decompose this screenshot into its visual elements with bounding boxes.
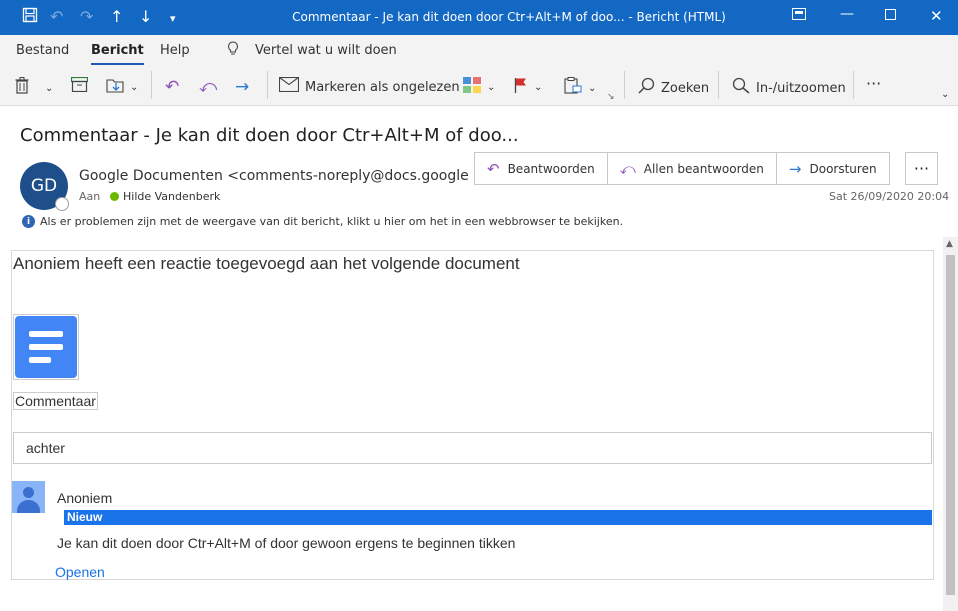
tell-me-input[interactable]: Vertel wat u wilt doen [255,43,397,58]
maximize-icon[interactable] [885,8,896,24]
comment-text: Je kan dit doen door Ctr+Alt+M of door g… [57,535,516,551]
reply-icon: ↶ [165,77,180,97]
archive-button[interactable] [70,76,89,97]
zoom-button[interactable]: In-/uitzoomen [732,77,846,99]
chevron-down-icon[interactable]: ⌄ [534,82,542,93]
reply-label: Beantwoorden [507,161,595,176]
move-folder-icon [106,77,124,98]
message-subject: Commentaar - Je kan dit doen door Ctr+Al… [20,125,519,146]
new-badge-label: Nieuw [67,510,103,524]
chevron-down-icon[interactable]: ⌄ [130,82,138,93]
presence-status-icon [55,197,69,211]
chevron-down-icon[interactable]: ⌄ [588,83,596,94]
clipboard-rules-icon [564,77,582,99]
trash-icon [15,77,29,99]
new-badge: Nieuw [64,510,932,525]
rules-button[interactable]: ⌄ [564,77,596,99]
more-commands-icon[interactable]: ··· [866,74,881,93]
recipient[interactable]: Hilde Vandenberk [110,190,220,203]
scroll-up-icon[interactable]: ▲ [946,239,953,249]
quoted-text-box: achter [13,432,932,464]
flag-icon [514,77,528,98]
ribbon-toolbar: ⌄ ⌄ ↶ ⤺ → Markeren als ongelezen ⌄ ⌄ ⌄ ↘… [0,65,958,106]
reply-icon: ↶ [487,159,500,178]
reply-all-icon: ⤺ [199,77,218,97]
tab-bestand[interactable]: Bestand [16,43,69,58]
window-title: Commentaar - Je kan dit doen door Ctr+Al… [292,10,726,24]
forward-button[interactable]: → Doorsturen [776,153,889,184]
categorize-button[interactable]: ⌄ [463,77,495,98]
delete-button[interactable]: ⌄ [15,77,53,99]
reply-all-icon: ⤺ [619,159,636,178]
collapse-ribbon-icon[interactable]: ⌄ [941,89,949,100]
forward-toolbar-button[interactable]: → [235,77,249,97]
zoom-icon [732,77,750,99]
toolbar-divider [151,71,152,99]
minimize-icon[interactable]: — [840,6,854,22]
envelope-icon [278,76,300,97]
info-bar[interactable]: i Als er problemen zijn met de weergave … [22,215,623,228]
move-button[interactable]: ⌄ [106,77,138,98]
doc-type-label: Commentaar [13,392,98,410]
tab-bericht[interactable]: Bericht [91,43,144,65]
search-icon [638,77,655,99]
reply-all-toolbar-button[interactable]: ⤺ [199,77,217,97]
vertical-scrollbar[interactable]: ▲ [943,237,958,611]
commenter-avatar-icon [12,481,45,513]
google-docs-icon [13,314,79,380]
quoted-text: achter [26,440,65,456]
follow-up-button[interactable]: ⌄ [514,77,542,98]
toolbar-divider [718,71,719,99]
chevron-down-icon[interactable]: ⌄ [487,82,495,93]
categorize-icon [463,77,481,98]
chevron-down-icon[interactable]: ⌄ [45,83,53,94]
toolbar-divider [624,71,625,99]
search-button[interactable]: Zoeken [638,77,709,99]
info-icon: i [22,215,35,228]
zoom-label: In-/uitzoomen [756,80,846,96]
ribbon-tabs: Bestand Bericht Help Vertel wat u wilt d… [0,35,958,65]
close-icon[interactable]: ✕ [930,7,943,25]
comment-author: Anoniem [57,490,113,506]
email-headline: Anoniem heeft een reactie toegevoegd aan… [13,254,520,273]
scrollbar-thumb[interactable] [946,255,955,595]
mark-unread-button[interactable]: Markeren als ongelezen [278,76,460,97]
info-bar-text: Als er problemen zijn met de weergave va… [40,215,624,228]
reply-button[interactable]: ↶ Beantwoorden [475,153,608,184]
message-date: Sat 26/09/2020 20:04 [829,190,950,203]
message-body [11,250,934,580]
lightbulb-icon [227,41,239,61]
ribbon-display-options-icon[interactable] [792,8,806,24]
forward-icon: → [788,159,802,178]
forward-label: Doorsturen [809,161,877,176]
to-label: Aan [79,190,101,203]
toolbar-divider [853,71,854,99]
mark-unread-label: Markeren als ongelezen [305,79,460,95]
search-label: Zoeken [661,80,710,96]
recipient-name: Hilde Vandenberk [123,190,221,203]
more-actions-button[interactable]: ··· [905,152,938,185]
forward-icon: → [235,77,250,97]
reply-all-label: Allen beantwoorden [643,161,764,176]
online-status-icon [110,192,119,201]
window-titlebar: ↶ ↷ ↑ ↓ ▾ Commentaar - Je kan dit doen d… [0,0,958,35]
toolbar-divider [267,71,268,99]
sender-name[interactable]: Google Documenten <comments-noreply@docs… [79,168,469,184]
archive-icon [70,76,89,97]
more-icon: ··· [913,159,930,178]
dialog-launcher-icon[interactable]: ↘ [607,92,615,102]
open-link[interactable]: Openen [55,564,105,580]
reply-toolbar-button[interactable]: ↶ [165,77,179,97]
tab-help[interactable]: Help [160,43,190,58]
reply-all-button[interactable]: ⤺ Allen beantwoorden [607,153,777,184]
message-actions: ↶ Beantwoorden ⤺ Allen beantwoorden → Do… [474,152,890,185]
